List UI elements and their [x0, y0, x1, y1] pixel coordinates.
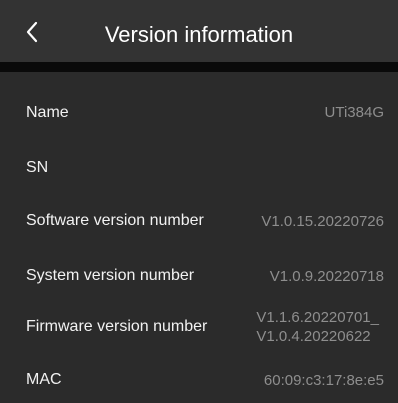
header-divider — [0, 62, 398, 72]
version-info-screen: Version information Name UTi384G SN Soft… — [0, 0, 398, 403]
name-label: Name — [26, 104, 69, 121]
mac-label: MAC — [26, 371, 62, 388]
firmware-version-label: Firmware version number — [26, 318, 208, 335]
info-list: Name UTi384G SN Software version number … — [0, 72, 398, 403]
name-value: UTi384G — [324, 104, 384, 121]
page-title: Version information — [104, 22, 294, 47]
system-version-value: V1.0.9.20220718 — [269, 268, 384, 285]
firmware-version-value-line2: V1.0.4.20220622 — [256, 328, 371, 345]
software-version-label: Software version number — [26, 212, 204, 229]
firmware-version-value-line1: V1.1.6.20220701_ — [256, 309, 379, 326]
mac-value: 60:09:c3:17:8e:e5 — [263, 372, 384, 389]
software-version-value: V1.0.15.20220726 — [261, 213, 384, 230]
firmware-version-value: V1.1.6.20220701_ V1.0.4.20220622 — [256, 308, 379, 346]
header-bar: Version information — [0, 0, 398, 63]
system-version-label: System version number — [26, 267, 195, 284]
sn-label: SN — [26, 159, 49, 176]
